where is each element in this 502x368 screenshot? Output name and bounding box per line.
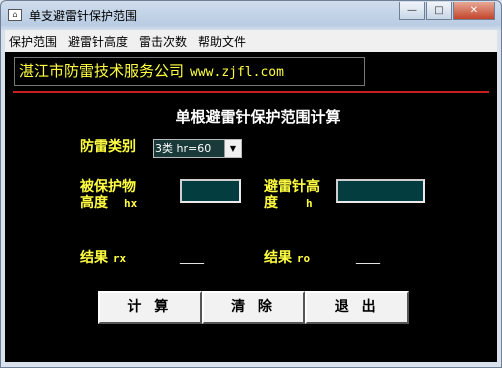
company-name: 湛江市防雷技术服务公司 xyxy=(19,62,185,80)
protected-height-label-line1: 被保护物 xyxy=(80,179,136,195)
app-window: ⌂ 单支避雷针保护范围 — □ ✕ 保护范围 避雷针高度 雷击次数 帮助文件 湛… xyxy=(0,0,502,368)
button-row: 计 算 清 除 退 出 xyxy=(98,291,410,324)
menu-strike-count[interactable]: 雷击次数 xyxy=(135,33,191,50)
company-banner: 湛江市防雷技术服务公司 www.zjfl.com xyxy=(14,57,365,86)
result-ro-text: 结果 xyxy=(264,250,292,266)
protected-height-input[interactable] xyxy=(180,179,241,203)
rod-height-label: 避雷针高 度h xyxy=(264,179,320,212)
window-title: 单支避雷针保护范围 xyxy=(29,9,138,23)
rod-height-label-text: 度 xyxy=(264,195,278,211)
maximize-button[interactable]: □ xyxy=(426,2,452,20)
rod-height-label-line1: 避雷针高 xyxy=(264,179,320,195)
exit-button[interactable]: 退 出 xyxy=(305,291,410,324)
menu-protection-range[interactable]: 保护范围 xyxy=(5,33,61,50)
menu-rod-height[interactable]: 避雷针高度 xyxy=(64,33,132,50)
client-area: 湛江市防雷技术服务公司 www.zjfl.com 单根避雷针保护范围计算 防雷类别… xyxy=(5,52,497,362)
window-controls: — □ ✕ xyxy=(399,2,495,20)
result-ro-value: ____ xyxy=(356,250,380,264)
divider xyxy=(13,91,489,93)
menu-bar: 保护范围 避雷针高度 雷击次数 帮助文件 xyxy=(5,30,497,52)
page-title: 单根避雷针保护范围计算 xyxy=(175,108,341,126)
protected-height-label: 被保护物 高度 hx xyxy=(80,179,137,212)
rod-height-unit: h xyxy=(306,197,313,210)
app-icon: ⌂ xyxy=(8,9,22,21)
minimize-button[interactable]: — xyxy=(399,2,425,20)
company-url: www.zjfl.com xyxy=(190,65,284,80)
lightning-class-select[interactable]: 3类 hr=60 ▼ xyxy=(153,139,242,158)
protected-height-label-line2: 高度 hx xyxy=(80,195,137,212)
clear-button[interactable]: 清 除 xyxy=(201,291,306,324)
result-ro-label: 结果 ro xyxy=(264,250,310,267)
menu-help-file[interactable]: 帮助文件 xyxy=(194,33,250,50)
rod-height-input[interactable] xyxy=(336,179,425,203)
result-rx-unit: rx xyxy=(112,252,127,265)
chevron-down-icon[interactable]: ▼ xyxy=(224,140,241,157)
protected-height-unit: hx xyxy=(124,197,138,210)
lightning-class-value: 3类 hr=60 xyxy=(155,142,212,155)
result-rx-label: 结果 rx xyxy=(80,250,126,267)
rod-height-label-line2: 度h xyxy=(264,195,320,212)
lightning-class-label: 防雷类别 xyxy=(80,139,136,155)
close-button[interactable]: ✕ xyxy=(453,2,495,20)
result-rx-text: 结果 xyxy=(80,250,108,266)
result-rx-value: ____ xyxy=(180,250,204,264)
calculate-button[interactable]: 计 算 xyxy=(98,291,202,324)
title-bar: ⌂ 单支避雷针保护范围 — □ ✕ xyxy=(1,1,501,29)
result-ro-unit: ro xyxy=(296,252,311,265)
protected-height-label-text: 高度 xyxy=(80,195,108,211)
